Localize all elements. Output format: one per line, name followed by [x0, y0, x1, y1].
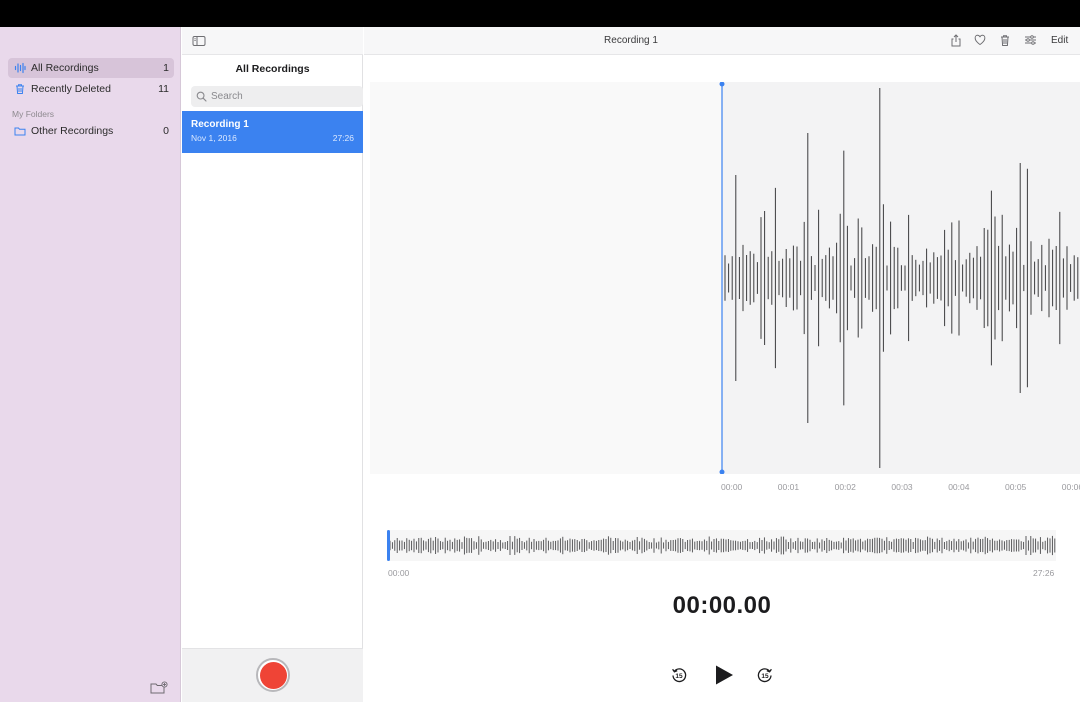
playback-timer: 00:00.00	[672, 592, 772, 619]
folder-icon	[14, 125, 26, 137]
overview-playhead[interactable]	[387, 530, 390, 561]
sidebar-item-all-recordings[interactable]: All Recordings 1	[8, 58, 174, 78]
play-icon	[716, 665, 733, 685]
sidebar-item-count: 11	[158, 83, 169, 95]
edit-button[interactable]: Edit	[1051, 35, 1068, 46]
overview-start-time: 00:00	[388, 568, 410, 578]
time-tick-label: 00:06	[1061, 482, 1080, 492]
time-tick-label: 00:02	[834, 482, 856, 492]
sidebar-item-other-recordings[interactable]: Other Recordings 0	[8, 121, 174, 141]
time-tick-label: 00:00	[721, 482, 743, 492]
time-tick-label: 00:05	[1005, 482, 1027, 492]
svg-text:15: 15	[761, 673, 769, 680]
trash-icon	[14, 83, 26, 95]
time-tick-label: 00:04	[948, 482, 970, 492]
sidebar-item-count: 1	[163, 62, 169, 74]
svg-text:15: 15	[675, 673, 683, 680]
overview-end-time: 27:26	[1033, 568, 1055, 578]
skip-back-15-button[interactable]: 15	[669, 665, 689, 685]
skip-forward-15-button[interactable]: 15	[755, 665, 775, 685]
sidebar-item-recently-deleted[interactable]: Recently Deleted 11	[8, 79, 174, 99]
share-icon[interactable]	[949, 33, 963, 47]
record-icon	[259, 661, 287, 689]
skip-forward-icon: 15	[757, 668, 772, 683]
sidebar-item-count: 0	[163, 125, 169, 137]
skip-back-icon: 15	[672, 668, 687, 683]
record-footer	[182, 648, 363, 702]
recording-date: Nov 1, 2016	[191, 133, 237, 143]
waveform-editor[interactable]	[370, 82, 1080, 474]
page-title: Recording 1	[604, 35, 658, 46]
search-icon	[196, 91, 207, 102]
new-folder-icon[interactable]	[150, 681, 168, 695]
time-tick-label: 00:03	[891, 482, 913, 492]
system-status-bar	[0, 0, 1080, 27]
favorite-heart-icon[interactable]	[973, 33, 987, 47]
overview-waveform	[387, 530, 1056, 561]
options-sliders-icon[interactable]	[1023, 33, 1037, 47]
waveform-detail	[719, 82, 1080, 474]
sidebar-toggle-icon[interactable]	[192, 34, 206, 46]
recording-name: Recording 1	[191, 119, 249, 130]
sidebar-item-label: Other Recordings	[31, 125, 114, 137]
main-toolbar: Recording 1 Edit	[364, 27, 1080, 55]
recording-duration: 27:26	[332, 133, 354, 143]
sidebar-section-title: My Folders	[12, 109, 55, 119]
waveform-icon	[14, 62, 26, 74]
play-button[interactable]	[712, 662, 736, 688]
sidebar-item-label: Recently Deleted	[31, 83, 111, 95]
trash-icon[interactable]	[998, 33, 1012, 47]
sidebar: All Recordings 1 Recently Deleted 11 My …	[0, 27, 181, 702]
recording-detail: Recording 1 Edit 00:00 27:26 00:00.00 15…	[364, 27, 1080, 702]
overview-scrubber[interactable]	[387, 530, 1056, 561]
recordings-list-panel: All Recordings Search Recording 1 Nov 1,…	[182, 27, 363, 702]
record-button[interactable]	[256, 658, 290, 692]
time-tick-label: 00:01	[777, 482, 800, 492]
sidebar-item-label: All Recordings	[31, 62, 99, 74]
list-title: All Recordings	[235, 63, 310, 75]
search-placeholder: Search	[211, 91, 243, 102]
list-item[interactable]: Recording 1 Nov 1, 2016 27:26	[182, 111, 363, 153]
list-toolbar	[182, 27, 363, 55]
search-input[interactable]: Search	[191, 86, 363, 107]
